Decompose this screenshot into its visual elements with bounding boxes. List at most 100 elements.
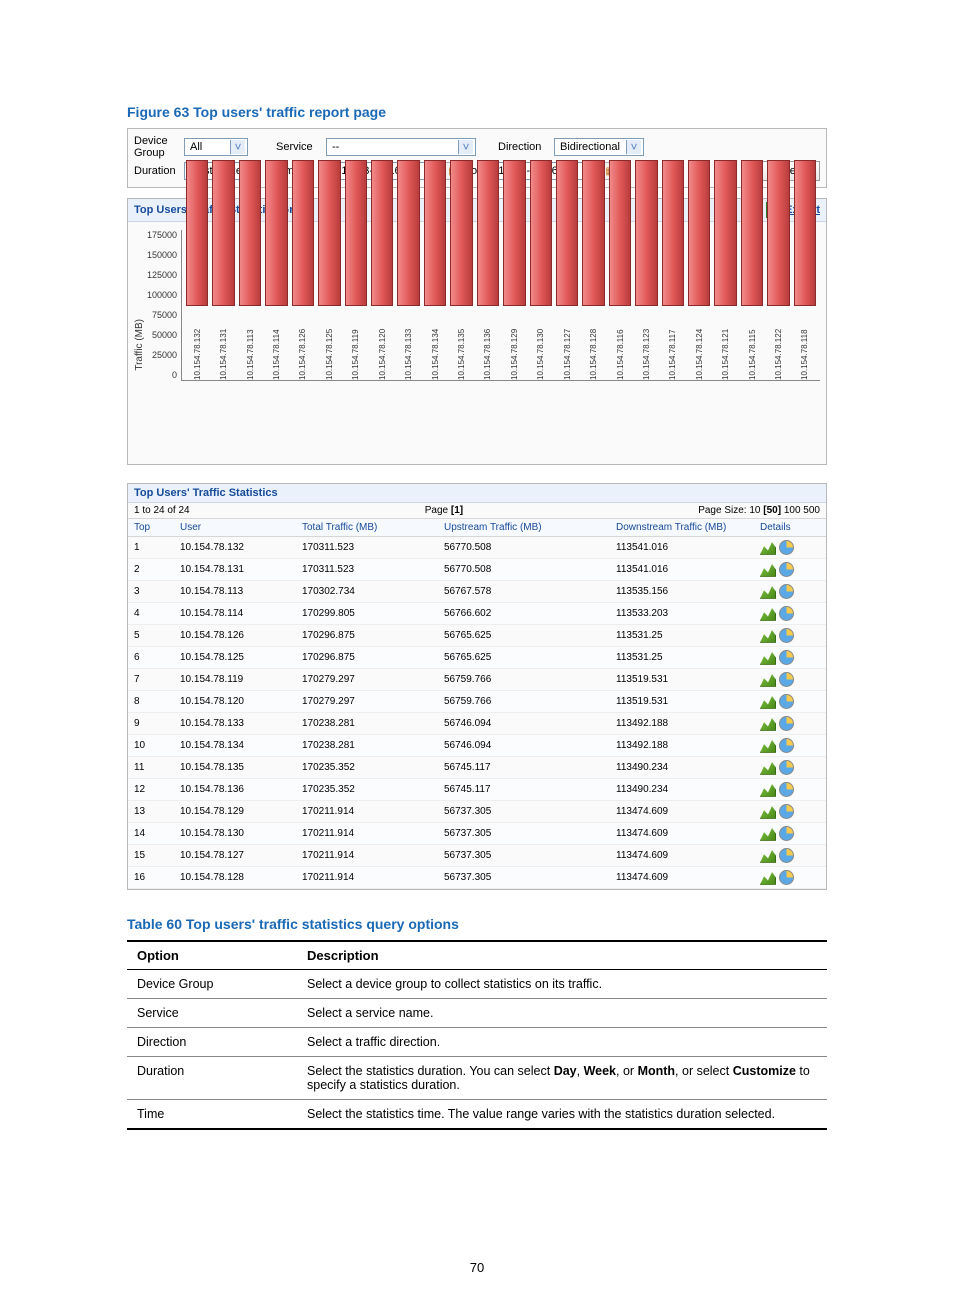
table-row: 610.154.78.125170296.87556765.625113531.… (128, 647, 826, 669)
table-row: 1610.154.78.128170211.91456737.305113474… (128, 867, 826, 889)
duration-label: Duration (134, 165, 178, 177)
device-group-select[interactable]: All ˅ (184, 138, 248, 156)
chart-bar: 10.154.78.132 (186, 160, 208, 380)
chart-icon[interactable] (760, 827, 776, 841)
table-row: 1410.154.78.130170211.91456737.305113474… (128, 823, 826, 845)
pie-icon[interactable] (779, 606, 794, 621)
table-row: 510.154.78.126170296.87556765.625113531.… (128, 625, 826, 647)
chart-icon[interactable] (760, 651, 776, 665)
pager-range: 1 to 24 of 24 (134, 505, 190, 516)
chart-icon[interactable] (760, 695, 776, 709)
options-col-description: Description (297, 941, 827, 970)
page-number: 70 (127, 1260, 827, 1275)
chart-icon[interactable] (760, 849, 776, 863)
table-row: 710.154.78.119170279.29756759.766113519.… (128, 669, 826, 691)
col-user[interactable]: User (174, 519, 296, 537)
chart-icon[interactable] (760, 761, 776, 775)
chart-icon[interactable] (760, 585, 776, 599)
chart-bar: 10.154.78.120 (371, 160, 393, 380)
pie-icon[interactable] (779, 760, 794, 775)
col-downstream[interactable]: Downstream Traffic (MB) (610, 519, 754, 537)
table-row: Device GroupSelect a device group to col… (127, 970, 827, 999)
table-row: 110.154.78.132170311.52356770.508113541.… (128, 537, 826, 559)
table-row: 1010.154.78.134170238.28156746.094113492… (128, 735, 826, 757)
chart-icon[interactable] (760, 739, 776, 753)
stats-table: Top User Total Traffic (MB) Upstream Tra… (128, 519, 826, 889)
pie-icon[interactable] (779, 782, 794, 797)
col-total[interactable]: Total Traffic (MB) (296, 519, 438, 537)
chart-bar: 10.154.78.115 (741, 160, 763, 380)
chart-bar: 10.154.78.135 (450, 160, 472, 380)
chart-bar: 10.154.78.133 (397, 160, 419, 380)
chart-bar: 10.154.78.130 (530, 160, 552, 380)
stats-title: Top Users' Traffic Statistics (128, 484, 826, 503)
chart-bar: 10.154.78.122 (767, 160, 789, 380)
pie-icon[interactable] (779, 562, 794, 577)
chart-bar: 10.154.78.118 (794, 160, 816, 380)
table-row: 1510.154.78.127170211.91456737.305113474… (128, 845, 826, 867)
chart-plot: 10.154.78.13210.154.78.13110.154.78.1131… (181, 230, 820, 381)
chart-icon[interactable] (760, 541, 776, 555)
service-select[interactable]: -- ˅ (326, 138, 476, 156)
chart-icon[interactable] (760, 607, 776, 621)
chevron-down-icon: ˅ (458, 140, 473, 154)
chart-bar: 10.154.78.128 (582, 160, 604, 380)
pie-icon[interactable] (779, 804, 794, 819)
service-label: Service (276, 141, 320, 153)
chart-icon[interactable] (760, 871, 776, 885)
table-row: 410.154.78.114170299.80556766.602113533.… (128, 603, 826, 625)
chart-icon[interactable] (760, 629, 776, 643)
chart-y-axis: 1750001500001250001000007500050000250000 (147, 230, 181, 380)
pie-icon[interactable] (779, 826, 794, 841)
chart-bar: 10.154.78.117 (662, 160, 684, 380)
chart-bar: 10.154.78.127 (556, 160, 578, 380)
pie-icon[interactable] (779, 716, 794, 731)
chart-bar: 10.154.78.129 (503, 160, 525, 380)
table-row: 1210.154.78.136170235.35256745.117113490… (128, 779, 826, 801)
col-upstream[interactable]: Upstream Traffic (MB) (438, 519, 610, 537)
chevron-down-icon: ˅ (230, 140, 245, 154)
graph-panel: Top Users' Traffic Statistics Graph X Ex… (127, 198, 827, 465)
chart-area: Traffic (MB) 175000150000125000100000750… (128, 222, 826, 464)
table-caption: Table 60 Top users' traffic statistics q… (127, 916, 827, 932)
pie-icon[interactable] (779, 628, 794, 643)
stats-panel: Top Users' Traffic Statistics 1 to 24 of… (127, 483, 827, 890)
pager-pagesize[interactable]: Page Size: 10 [50] 100 500 (698, 505, 820, 516)
device-group-label: Device Group (134, 135, 178, 159)
chart-bar: 10.154.78.125 (318, 160, 340, 380)
chart-icon[interactable] (760, 717, 776, 731)
pie-icon[interactable] (779, 672, 794, 687)
chart-bar: 10.154.78.136 (477, 160, 499, 380)
chart-bar: 10.154.78.134 (424, 160, 446, 380)
table-row: 910.154.78.133170238.28156746.094113492.… (128, 713, 826, 735)
chart-icon[interactable] (760, 805, 776, 819)
options-col-option: Option (127, 941, 297, 970)
chart-icon[interactable] (760, 783, 776, 797)
chart-bar: 10.154.78.126 (292, 160, 314, 380)
pie-icon[interactable] (779, 650, 794, 665)
table-row: 1110.154.78.135170235.35256745.117113490… (128, 757, 826, 779)
pager-page: Page [1] (425, 505, 463, 516)
pie-icon[interactable] (779, 848, 794, 863)
pager-row: 1 to 24 of 24 Page [1] Page Size: 10 [50… (128, 503, 826, 519)
chevron-down-icon: ˅ (626, 140, 641, 154)
pie-icon[interactable] (779, 584, 794, 599)
chart-bar: 10.154.78.124 (688, 160, 710, 380)
col-top[interactable]: Top (128, 519, 174, 537)
direction-label: Direction (498, 141, 548, 153)
chart-icon[interactable] (760, 673, 776, 687)
table-row: 810.154.78.120170279.29756759.766113519.… (128, 691, 826, 713)
chart-bar: 10.154.78.113 (239, 160, 261, 380)
pie-icon[interactable] (779, 870, 794, 885)
chart-icon[interactable] (760, 563, 776, 577)
chart-bar: 10.154.78.116 (609, 160, 631, 380)
figure-caption: Figure 63 Top users' traffic report page (127, 104, 827, 120)
direction-select[interactable]: Bidirectional ˅ (554, 138, 644, 156)
chart-y-label: Traffic (MB) (134, 319, 145, 371)
chart-bar: 10.154.78.121 (714, 160, 736, 380)
pie-icon[interactable] (779, 694, 794, 709)
pie-icon[interactable] (779, 738, 794, 753)
pie-icon[interactable] (779, 540, 794, 555)
chart-bar: 10.154.78.114 (265, 160, 287, 380)
chart-bar: 10.154.78.123 (635, 160, 657, 380)
